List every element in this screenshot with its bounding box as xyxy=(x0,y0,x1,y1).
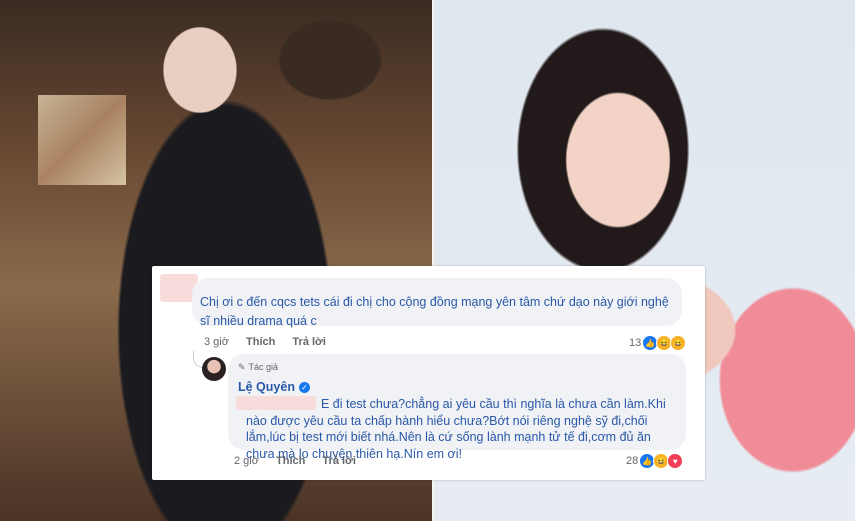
author-badge-label: Tác giả xyxy=(248,362,279,372)
haha-reaction-icon: 😆 xyxy=(670,335,687,351)
verified-badge-icon: ✓ xyxy=(298,382,310,393)
comment-actions: 3 giờ Thích Trả lời xyxy=(204,336,340,348)
comment-bubble: Chị ơi c đến cqcs tets cái đi chị cho cộ… xyxy=(192,278,682,328)
reply-bubble: ✎ Tác giả Lệ Quyên ✓ E đi test chưa?chẳn… xyxy=(228,354,686,461)
comment-reaction-count: 13 xyxy=(629,337,642,349)
reply-reply-button[interactable]: Trả lời xyxy=(322,455,356,467)
comment-like-button[interactable]: Thích xyxy=(246,336,275,348)
reply-text: E đi test chưa?chẳng ai yêu cầu thì nghĩ… xyxy=(246,397,666,461)
author-row: Lệ Quyên ✓ xyxy=(238,378,676,397)
reply-timestamp: 2 giờ xyxy=(234,455,259,467)
reply-actions: 2 giờ Thích Trả lời xyxy=(234,455,370,467)
comment-reactions[interactable]: 13 👍 😆 😆 xyxy=(629,335,687,351)
comment-screenshot-card: Chị ơi c đến cqcs tets cái đi chị cho cộ… xyxy=(152,266,705,480)
reply-like-button[interactable]: Thích xyxy=(276,455,305,467)
love-reaction-icon: ♥ xyxy=(667,453,684,469)
author-avatar[interactable] xyxy=(202,357,226,381)
comment-timestamp: 3 giờ xyxy=(204,336,229,348)
reply-reaction-count: 28 xyxy=(626,455,639,467)
comment-text: Chị ơi c đến cqcs tets cái đi chị cho cộ… xyxy=(200,295,669,328)
reply-reactions[interactable]: 28 👍 😆 ♥ xyxy=(626,453,684,469)
comment-reply-button[interactable]: Trả lời xyxy=(292,336,326,348)
author-name-link[interactable]: Lệ Quyên xyxy=(238,378,295,397)
pencil-icon: ✎ xyxy=(238,362,246,372)
author-badge: ✎ Tác giả xyxy=(238,358,676,377)
